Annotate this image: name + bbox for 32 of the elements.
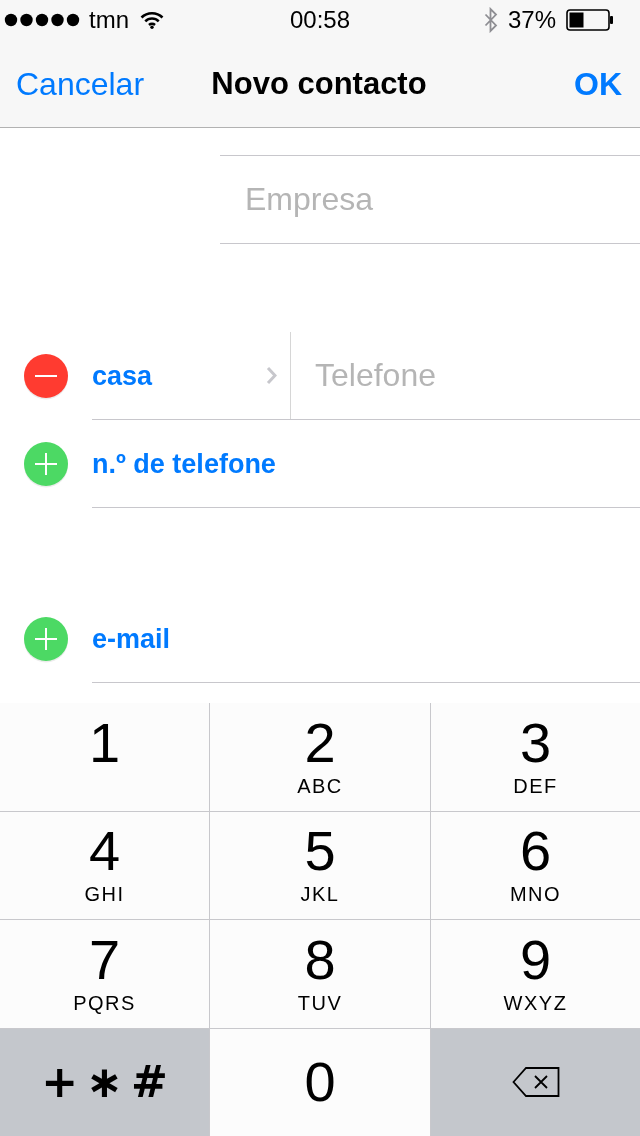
add-field-label[interactable]: e-mail — [92, 622, 171, 655]
keypad-key[interactable]: 7 PQRS — [0, 920, 209, 1028]
signal-icon — [4, 13, 80, 27]
backspace-icon — [511, 1066, 560, 1099]
keypad-key[interactable]: 1 — [0, 703, 209, 811]
keypad-key[interactable]: 4 GHI — [0, 811, 209, 919]
company-field[interactable]: Empresa — [220, 155, 640, 244]
carrier-name: tmn — [89, 6, 129, 34]
add-field-label[interactable]: n.º de telefone — [92, 447, 276, 480]
phone-field[interactable]: Telefone — [290, 332, 640, 419]
battery-percent: 37% — [507, 6, 556, 34]
keypad-key[interactable]: 5 JKL — [210, 811, 430, 919]
keypad-key[interactable]: 2 ABC — [210, 703, 430, 811]
battery-icon — [566, 9, 614, 31]
delete-key[interactable] — [431, 1028, 640, 1136]
keypad-key[interactable]: 3 DEF — [431, 703, 640, 811]
cancel-button[interactable]: Cancelar — [16, 64, 145, 103]
keypad-key[interactable]: 6 MNO — [431, 811, 640, 919]
status-time: 00:58 — [289, 6, 351, 34]
ok-button[interactable]: OK — [574, 64, 622, 103]
chevron-icon — [266, 366, 277, 385]
plus-circle-icon[interactable] — [24, 617, 68, 663]
wifi-icon — [140, 11, 164, 29]
phone-type-label[interactable]: casa — [92, 359, 153, 392]
plus-circle-icon[interactable] — [24, 442, 68, 488]
minus-circle-icon[interactable] — [24, 354, 68, 400]
keypad-key[interactable]: 0 — [210, 1028, 430, 1136]
keypad-key[interactable]: 8 TUV — [210, 920, 430, 1028]
nav-title: Novo contacto — [211, 64, 427, 103]
keypad-key[interactable]: 9 WXYZ — [431, 920, 640, 1028]
symbols-key[interactable]: +∗# — [0, 1028, 209, 1136]
bluetooth-icon — [483, 7, 498, 33]
